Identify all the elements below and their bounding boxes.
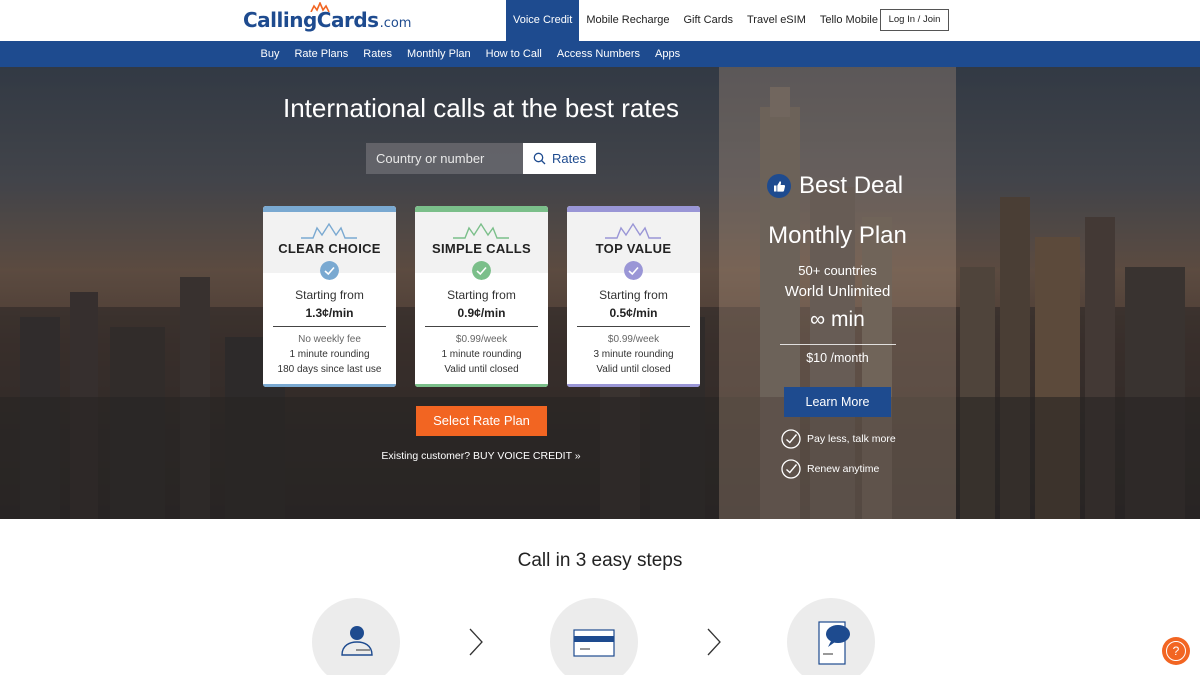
country-search-input[interactable] [366,143,523,174]
buy-voice-credit-link[interactable]: Existing customer? BUY VOICE CREDIT » [350,450,612,462]
plan-from-label: Starting from [295,288,364,302]
sub-nav: Buy Rate Plans Rates Monthly Plan How to… [0,41,1200,67]
nav-tello-mobile[interactable]: Tello Mobile [813,0,885,41]
plan-name: TOP VALUE [595,241,672,256]
nav-voice-credit[interactable]: Voice Credit [506,0,580,41]
check-icon [624,261,643,280]
logo-tld: .com [379,16,412,31]
subnav-monthly-plan[interactable]: Monthly Plan [400,41,479,67]
help-icon: ? [1166,641,1186,661]
subnav-buy[interactable]: Buy [253,41,287,67]
help-button[interactable]: ? [1162,637,1190,665]
plan-validity: Valid until closed [596,364,671,375]
card-icon [573,629,615,657]
plan-price: 0.5¢/min [609,306,658,320]
check-icon [320,261,339,280]
plan-validity: 180 days since last use [277,364,382,375]
step-2 [550,598,638,675]
nav-mobile-recharge[interactable]: Mobile Recharge [579,0,676,41]
hero-title: International calls at the best rates [282,93,679,123]
step-1 [312,598,400,675]
plan-fee: $0.99/week [455,334,508,345]
plan-name: SIMPLE CALLS [432,241,531,256]
check-circle-icon [781,429,801,449]
subnav-access-numbers[interactable]: Access Numbers [549,41,647,67]
plan-price: 1.3¢/min [305,306,354,320]
best-deal-title: Best Deal [799,172,904,199]
phone-chat-icon [818,621,850,665]
deal-countries: 50+ countries [798,263,877,278]
login-button[interactable]: Log In / Join [880,9,949,31]
subnav-apps[interactable]: Apps [648,41,688,67]
perk-label: Renew anytime [807,463,880,475]
top-header: CallingCards .com Voice Credit Mobile Re… [0,0,1200,41]
subnav-how-to-call[interactable]: How to Call [478,41,549,67]
learn-more-button[interactable]: Learn More [784,387,891,417]
nav-gift-cards[interactable]: Gift Cards [676,0,740,41]
plan-rounding: 1 minute rounding [289,349,370,360]
chevron-right-icon [707,628,721,656]
user-icon [341,626,373,656]
subnav-rates[interactable]: Rates [356,41,400,67]
plan-card-clear-choice[interactable]: CLEAR CHOICE Starting from 1.3¢/min No w… [263,206,396,387]
main-nav: Voice Credit Mobile Recharge Gift Cards … [506,0,885,41]
plan-card-simple-calls[interactable]: SIMPLE CALLS Starting from 0.9¢/min $0.9… [415,206,548,387]
search-icon [533,152,546,165]
plan-rounding: 1 minute rounding [441,349,522,360]
best-deal-heading: Best Deal [767,172,903,200]
best-deal-panel: Best Deal Monthly Plan 50+ countries Wor… [719,67,956,519]
burst-icon [605,222,661,239]
rates-button-label: Rates [552,151,586,166]
chevron-right-icon [469,628,483,656]
hero-section: International calls at the best rates Ra… [0,67,1200,519]
deal-price: $10 /month [806,351,869,365]
burst-icon [453,222,509,239]
subnav-rate-plans[interactable]: Rate Plans [287,41,356,67]
plan-fee: No weekly fee [298,334,361,345]
perk-label: Pay less, talk more [807,433,896,445]
perk-item: Renew anytime [781,459,879,479]
burst-icon [301,222,357,239]
plan-from-label: Starting from [447,288,516,302]
plan-rounding: 3 minute rounding [593,349,674,360]
step-3 [787,598,875,675]
plan-name: CLEAR CHOICE [278,241,381,256]
plan-from-label: Starting from [599,288,668,302]
check-circle-icon [781,459,801,479]
deal-world-unlimited: World Unlimited [784,283,891,300]
perk-item: Pay less, talk more [781,429,896,449]
deal-minutes: ∞ min [810,308,865,331]
deal-plan-name: Monthly Plan [768,222,907,249]
check-icon [472,261,491,280]
steps-title: Call in 3 easy steps [517,550,683,571]
logo[interactable]: CallingCards .com [243,2,412,34]
plan-price: 0.9¢/min [457,306,506,320]
plan-fee: $0.99/week [607,334,660,345]
nav-travel-esim[interactable]: Travel eSIM [740,0,813,41]
rates-search-button[interactable]: Rates [523,143,596,174]
logo-burst-icon [310,2,330,12]
thumbs-up-icon [767,174,791,198]
plan-validity: Valid until closed [444,364,519,375]
plan-card-top-value[interactable]: TOP VALUE Starting from 0.5¢/min $0.99/w… [567,206,700,387]
select-rate-plan-button[interactable]: Select Rate Plan [416,406,547,436]
